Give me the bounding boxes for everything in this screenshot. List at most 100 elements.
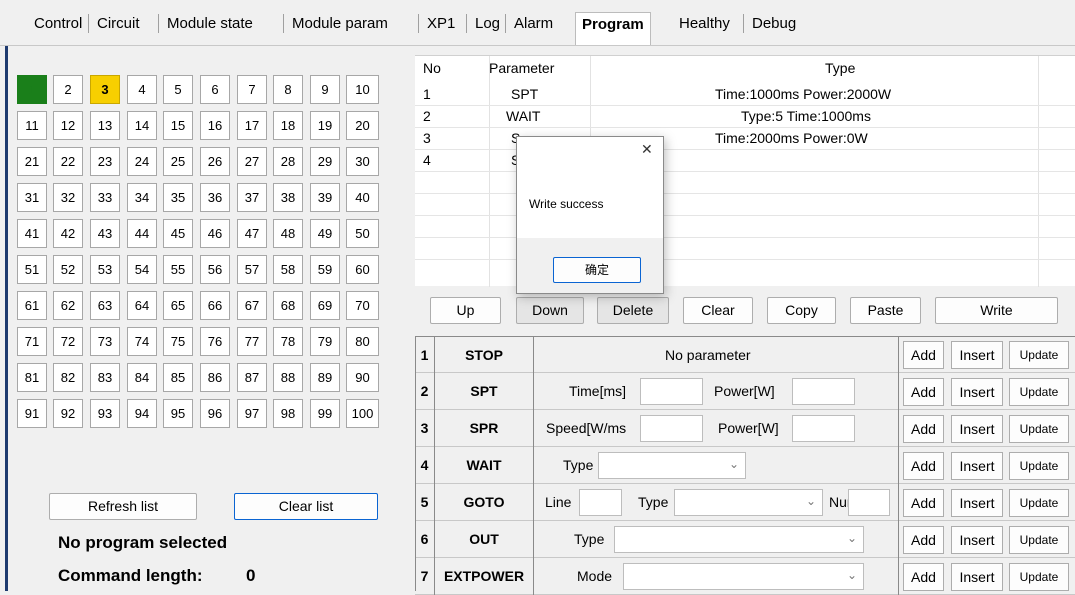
module-cell[interactable]: 24 xyxy=(127,147,157,176)
module-cell[interactable]: 45 xyxy=(163,219,193,248)
module-cell[interactable]: 42 xyxy=(53,219,83,248)
insert-button[interactable]: Insert xyxy=(951,378,1003,406)
add-button[interactable]: Add xyxy=(903,415,944,443)
delete-button[interactable]: Delete xyxy=(597,297,669,324)
module-cell[interactable]: 72 xyxy=(53,327,83,356)
module-cell[interactable]: 5 xyxy=(163,75,193,104)
module-cell[interactable]: 30 xyxy=(346,147,379,176)
module-cell[interactable]: 96 xyxy=(200,399,230,428)
module-cell[interactable]: 50 xyxy=(346,219,379,248)
module-cell[interactable]: 90 xyxy=(346,363,379,392)
module-cell[interactable]: 26 xyxy=(200,147,230,176)
write-button[interactable]: Write xyxy=(935,297,1058,324)
type-select[interactable]: ⌄ xyxy=(674,489,823,516)
module-cell[interactable]: 75 xyxy=(163,327,193,356)
module-cell[interactable]: 66 xyxy=(200,291,230,320)
module-cell[interactable]: 39 xyxy=(310,183,340,212)
insert-button[interactable]: Insert xyxy=(951,489,1003,517)
module-cell[interactable]: 34 xyxy=(127,183,157,212)
module-cell[interactable]: 29 xyxy=(310,147,340,176)
mode-select[interactable]: ⌄ xyxy=(623,563,864,590)
module-cell[interactable]: 12 xyxy=(53,111,83,140)
module-cell[interactable]: 98 xyxy=(273,399,303,428)
module-cell[interactable]: 19 xyxy=(310,111,340,140)
module-cell[interactable]: 93 xyxy=(90,399,120,428)
clear-list-button[interactable]: Clear list xyxy=(234,493,378,520)
module-cell[interactable]: 37 xyxy=(237,183,267,212)
module-cell[interactable]: 94 xyxy=(127,399,157,428)
up-button[interactable]: Up xyxy=(430,297,501,324)
module-cell[interactable]: 9 xyxy=(310,75,340,104)
module-cell[interactable]: 92 xyxy=(53,399,83,428)
num-input[interactable] xyxy=(848,489,890,516)
insert-button[interactable]: Insert xyxy=(951,452,1003,480)
module-cell[interactable]: 35 xyxy=(163,183,193,212)
list-row[interactable]: 2 WAIT Type:5 Time:1000ms xyxy=(415,106,1075,128)
module-cell[interactable]: 100 xyxy=(346,399,379,428)
module-cell[interactable]: 60 xyxy=(346,255,379,284)
tab-circuit[interactable]: Circuit xyxy=(97,14,140,34)
add-button[interactable]: Add xyxy=(903,563,944,591)
speed-input[interactable] xyxy=(640,415,703,442)
module-cell[interactable]: 3 xyxy=(90,75,120,104)
update-button[interactable]: Update xyxy=(1009,341,1069,369)
module-cell[interactable]: 82 xyxy=(53,363,83,392)
module-cell[interactable]: 74 xyxy=(127,327,157,356)
module-cell[interactable]: 20 xyxy=(346,111,379,140)
module-cell[interactable]: 87 xyxy=(237,363,267,392)
module-cell[interactable]: 89 xyxy=(310,363,340,392)
module-cell[interactable]: 17 xyxy=(237,111,267,140)
module-cell[interactable]: 54 xyxy=(127,255,157,284)
line-input[interactable] xyxy=(579,489,622,516)
program-list[interactable]: No Parameter Type 1 SPT Time:1000ms Powe… xyxy=(415,55,1075,287)
update-button[interactable]: Update xyxy=(1009,378,1069,406)
add-button[interactable]: Add xyxy=(903,526,944,554)
paste-button[interactable]: Paste xyxy=(850,297,921,324)
module-cell[interactable]: 55 xyxy=(163,255,193,284)
refresh-list-button[interactable]: Refresh list xyxy=(49,493,197,520)
module-cell[interactable]: 69 xyxy=(310,291,340,320)
module-cell[interactable]: 48 xyxy=(273,219,303,248)
insert-button[interactable]: Insert xyxy=(951,341,1003,369)
module-cell[interactable]: 88 xyxy=(273,363,303,392)
close-icon[interactable]: ✕ xyxy=(641,141,653,158)
module-cell[interactable]: 40 xyxy=(346,183,379,212)
module-cell[interactable]: 23 xyxy=(90,147,120,176)
clear-button[interactable]: Clear xyxy=(683,297,753,324)
module-cell[interactable]: 83 xyxy=(90,363,120,392)
tab-alarm[interactable]: Alarm xyxy=(514,14,553,34)
tab-module-state[interactable]: Module state xyxy=(167,14,253,34)
module-cell[interactable]: 21 xyxy=(17,147,47,176)
ok-button[interactable]: 确定 xyxy=(553,257,641,283)
module-cell[interactable]: 64 xyxy=(127,291,157,320)
column-header-parameter[interactable]: Parameter xyxy=(489,60,554,76)
module-cell[interactable]: 33 xyxy=(90,183,120,212)
module-cell[interactable]: 32 xyxy=(53,183,83,212)
module-cell[interactable]: 2 xyxy=(53,75,83,104)
module-cell[interactable]: 57 xyxy=(237,255,267,284)
module-cell[interactable]: 80 xyxy=(346,327,379,356)
module-cell[interactable]: 7 xyxy=(237,75,267,104)
list-row[interactable]: 1 SPT Time:1000ms Power:2000W xyxy=(415,84,1075,106)
module-cell[interactable]: 36 xyxy=(200,183,230,212)
module-cell[interactable]: 71 xyxy=(17,327,47,356)
module-cell[interactable]: 68 xyxy=(273,291,303,320)
tab-debug[interactable]: Debug xyxy=(752,14,796,34)
module-cell[interactable]: 6 xyxy=(200,75,230,104)
module-cell[interactable]: 4 xyxy=(127,75,157,104)
tab-log[interactable]: Log xyxy=(475,14,500,34)
module-cell[interactable]: 84 xyxy=(127,363,157,392)
module-cell[interactable]: 13 xyxy=(90,111,120,140)
module-cell[interactable]: 53 xyxy=(90,255,120,284)
add-button[interactable]: Add xyxy=(903,452,944,480)
module-cell[interactable]: 86 xyxy=(200,363,230,392)
module-cell[interactable]: 59 xyxy=(310,255,340,284)
module-cell[interactable]: 81 xyxy=(17,363,47,392)
module-cell[interactable]: 73 xyxy=(90,327,120,356)
module-cell[interactable]: 65 xyxy=(163,291,193,320)
list-row[interactable]: 4 S xyxy=(415,150,1075,172)
module-cell[interactable]: 14 xyxy=(127,111,157,140)
tab-xp1[interactable]: XP1 xyxy=(427,14,455,34)
module-cell[interactable]: 91 xyxy=(17,399,47,428)
module-cell[interactable]: 79 xyxy=(310,327,340,356)
